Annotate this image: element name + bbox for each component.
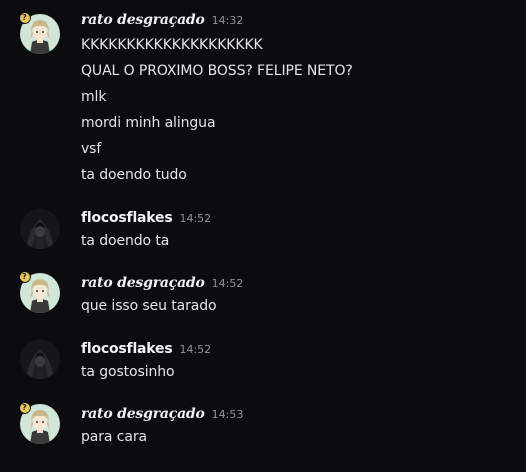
avatar[interactable] xyxy=(20,209,60,249)
dark-hooded-avatar-icon xyxy=(20,339,60,379)
message-text: mlk xyxy=(81,89,107,105)
username[interactable]: rato desgraçado xyxy=(81,406,205,422)
message-text: KKKKKKKKKKKKKKKKKKKK xyxy=(81,37,263,53)
message-text: ta doendo ta xyxy=(81,233,170,249)
message-text: mordi minh alingua xyxy=(81,115,216,131)
message-header: flocosflakes 14:52 xyxy=(81,210,211,226)
message-header: rato desgraçado 14:52 xyxy=(81,275,243,291)
message-header: rato desgraçado 14:32 xyxy=(81,12,243,28)
timestamp[interactable]: 14:52 xyxy=(179,343,211,356)
username[interactable]: rato desgraçado xyxy=(81,12,205,28)
chat-messages: ? rato desgraçado 14:32 KKKKKKKKKKKKKKKK… xyxy=(0,0,526,472)
username[interactable]: rato desgraçado xyxy=(81,275,205,291)
username[interactable]: flocosflakes xyxy=(81,341,173,357)
username[interactable]: flocosflakes xyxy=(81,210,173,226)
question-badge-icon: ? xyxy=(18,11,31,24)
message-text: ta gostosinho xyxy=(81,364,175,380)
message-text: que isso seu tarado xyxy=(81,298,217,314)
message-text: ta doendo tudo xyxy=(81,167,187,183)
dark-hooded-avatar-icon xyxy=(20,209,60,249)
question-badge-icon: ? xyxy=(18,270,31,283)
timestamp[interactable]: 14:53 xyxy=(212,408,244,421)
timestamp[interactable]: 14:52 xyxy=(179,212,211,225)
message-header: flocosflakes 14:52 xyxy=(81,341,211,357)
message-text: vsf xyxy=(81,141,102,157)
timestamp[interactable]: 14:32 xyxy=(212,14,244,27)
message-text: para cara xyxy=(81,429,147,445)
message-header: rato desgraçado 14:53 xyxy=(81,406,243,422)
avatar[interactable] xyxy=(20,339,60,379)
message-text: QUAL O PROXIMO BOSS? FELIPE NETO? xyxy=(81,63,353,79)
question-badge-icon: ? xyxy=(18,401,31,414)
timestamp[interactable]: 14:52 xyxy=(212,277,244,290)
